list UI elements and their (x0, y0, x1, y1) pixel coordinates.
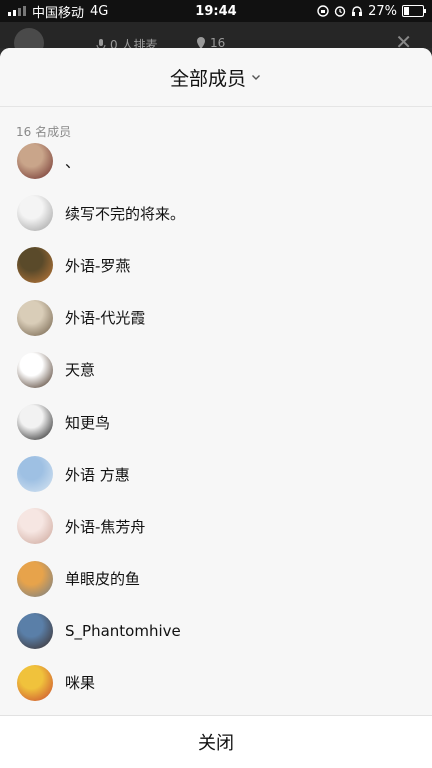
member-name: 咪果 (65, 674, 96, 693)
member-row[interactable]: 咪果 (0, 657, 432, 709)
member-avatar[interactable] (17, 508, 53, 545)
room-header-background: 0 人排麦 16 ✕ (0, 22, 432, 58)
network-label: 4G (90, 3, 109, 19)
screen: 中国移动 4G 19:44 27% 0 人排麦 16 ✕ 全部成员 16 名成员… (0, 0, 432, 768)
members-filter-dropdown[interactable]: 全部成员 (170, 64, 262, 91)
member-avatar[interactable] (17, 404, 53, 441)
member-row[interactable]: S_Phantomhive (0, 605, 432, 657)
member-row[interactable]: 续写不完的将来。 (0, 187, 432, 239)
member-name: 外语-代光霞 (65, 309, 146, 328)
chevron-down-icon (252, 75, 260, 80)
member-name: S_Phantomhive (65, 621, 181, 640)
carrier-label: 中国移动 (32, 5, 85, 21)
member-name: 外语 方惠 (65, 465, 130, 484)
member-name: 知更鸟 (65, 413, 111, 432)
member-avatar[interactable] (17, 351, 53, 388)
member-avatar[interactable] (17, 456, 53, 493)
sheet-title: 全部成员 (169, 67, 246, 90)
member-row[interactable]: 天意 (0, 344, 432, 396)
member-row[interactable]: 外语 方惠 (0, 448, 432, 500)
member-name: 外语-焦芳舟 (65, 517, 146, 536)
member-avatar[interactable] (17, 195, 53, 232)
member-row[interactable]: 外语-代光霞 (0, 292, 432, 344)
signal-icon (8, 6, 26, 16)
member-row[interactable]: 外语-焦芳舟 (0, 500, 432, 552)
member-name: 单眼皮的鱼 (65, 570, 141, 589)
member-row[interactable]: 外语-罗燕 (0, 239, 432, 291)
member-avatar[interactable] (17, 247, 53, 284)
member-row[interactable]: 、 (0, 135, 432, 187)
battery-icon (402, 5, 426, 17)
member-name: 天意 (65, 361, 96, 380)
battery-percent: 27% (368, 3, 397, 19)
member-row[interactable]: 知更鸟 (0, 396, 432, 448)
member-name: 、 (65, 152, 81, 171)
member-avatar[interactable] (17, 143, 53, 180)
headphones-icon (352, 6, 363, 16)
member-name: 续写不完的将来。 (65, 204, 186, 223)
members-sheet: 全部成员 16 名成员 、续写不完的将来。 外语-罗燕外语-代光霞 天意知更鸟外语 … (0, 48, 432, 768)
member-avatar[interactable] (17, 299, 53, 336)
status-bar: 中国移动 4G 19:44 27% (0, 0, 432, 22)
member-avatar[interactable] (17, 560, 53, 597)
battery-fill (404, 7, 410, 15)
member-list: 、续写不完的将来。 外语-罗燕外语-代光霞 天意知更鸟外语 方惠外语-焦芳舟 单眼皮的… (0, 135, 432, 709)
alarm-icon (334, 6, 346, 17)
rotation-lock-icon (317, 5, 329, 17)
member-row[interactable]: 单眼皮的鱼 (0, 553, 432, 605)
member-name: 外语-罗燕 (65, 256, 131, 275)
status-left: 中国移动 4G (8, 2, 108, 21)
member-avatar[interactable] (17, 612, 53, 649)
sheet-header: 全部成员 (0, 48, 432, 107)
status-right: 27% (317, 3, 426, 19)
member-avatar[interactable] (17, 664, 53, 701)
close-button[interactable]: 关闭 (0, 715, 432, 768)
member-count: 16 名成员 (16, 125, 72, 139)
